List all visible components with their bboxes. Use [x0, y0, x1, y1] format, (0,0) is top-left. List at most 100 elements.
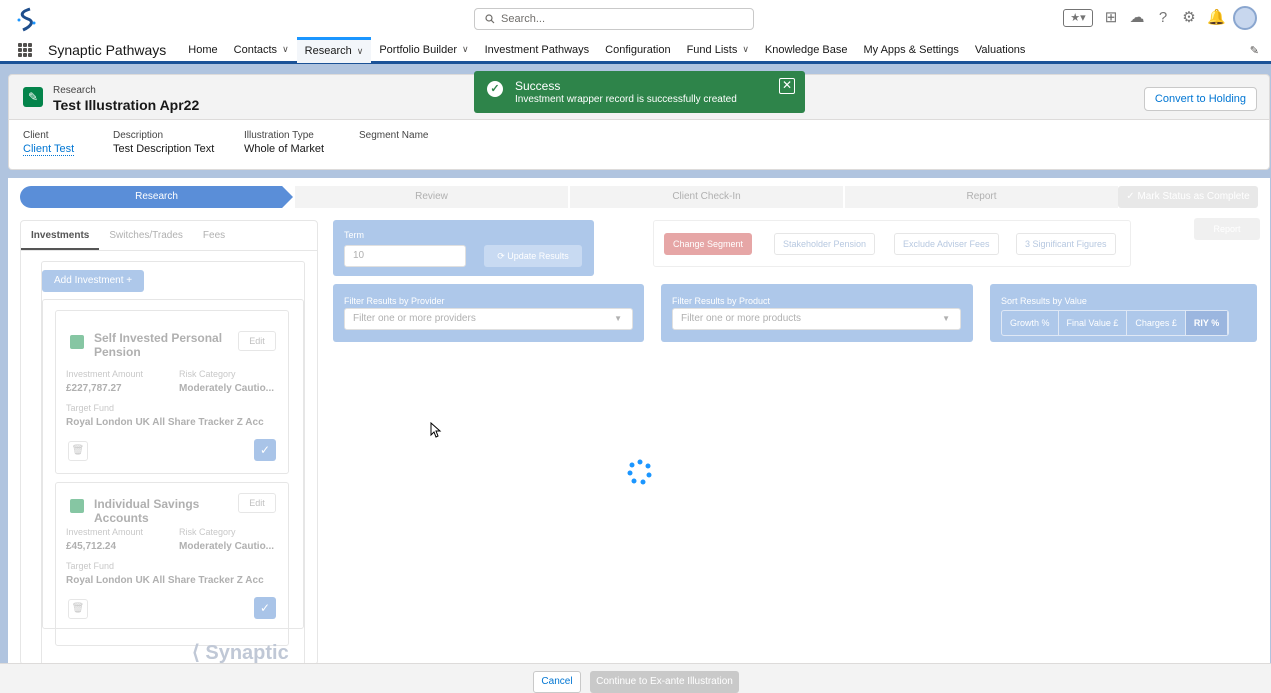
sort-charges-button[interactable]: Charges £: [1127, 311, 1186, 335]
nav-item-label: Configuration: [605, 43, 671, 56]
update-results-button[interactable]: ⟳ Update Results: [484, 245, 582, 267]
chevron-down-icon[interactable]: ∨: [462, 44, 469, 55]
segment-name-label: Segment Name: [359, 130, 429, 141]
chevron-down-icon[interactable]: ∨: [742, 44, 749, 55]
provider-placeholder: Filter one or more providers: [353, 313, 476, 324]
description-label: Description: [113, 130, 164, 141]
nav-item-contacts[interactable]: Contacts ∨: [226, 37, 297, 63]
investments-inner: Add Investment + Self Invested Personal …: [41, 261, 305, 666]
trailhead-icon[interactable]: ☁: [1129, 10, 1145, 26]
favorites-icon[interactable]: ★▾: [1063, 9, 1093, 27]
change-segment-button[interactable]: Change Segment: [664, 233, 753, 255]
sort-growth-button[interactable]: Growth %: [1002, 311, 1059, 335]
product-placeholder: Filter one or more products: [681, 313, 802, 324]
investment-list: Self Invested Personal Pension Edit Inve…: [42, 299, 304, 646]
risk-label: Risk Category: [179, 369, 236, 379]
illustration-type-value: Whole of Market: [244, 143, 325, 155]
record-type: Research: [53, 85, 96, 96]
nav-item-valuations[interactable]: Valuations: [967, 37, 1034, 63]
nav-item-knowledge-base[interactable]: Knowledge Base: [757, 37, 856, 63]
nav-item-my-apps-settings[interactable]: My Apps & Settings: [855, 37, 966, 63]
delete-icon[interactable]: 🗑: [68, 441, 88, 461]
description-field: Description Test Description Text: [113, 130, 214, 155]
global-header: Search... ★▾ ⊞ ☁ ? ⚙ 🔔: [0, 0, 1271, 38]
app-name: Synaptic Pathways: [48, 41, 167, 58]
nav-items: Home Contacts ∨ Research ∨ Portfolio Builder ∨…: [180, 36, 1034, 63]
nav-item-configuration[interactable]: Configuration: [597, 37, 678, 63]
nav-item-label: Contacts: [233, 43, 278, 56]
tab-fees[interactable]: Fees: [193, 221, 235, 250]
record-details: Client Client Test Description Test Desc…: [8, 120, 1270, 170]
provider-select[interactable]: Filter one or more providers ▼: [344, 308, 633, 330]
logo-text: Synaptic: [205, 642, 289, 664]
significant-figures-button[interactable]: 3 Significant Figures: [1016, 233, 1116, 255]
investment-card: Individual Savings Accounts Edit Investm…: [55, 482, 289, 646]
report-button[interactable]: Report: [1194, 218, 1260, 240]
select-check-icon[interactable]: ✓: [254, 439, 276, 461]
sort-riy-button[interactable]: RIY %: [1185, 311, 1229, 335]
term-panel: Term 10 ⟳ Update Results: [333, 220, 594, 276]
tab-switches-trades[interactable]: Switches/Trades: [99, 221, 193, 250]
edit-nav-icon[interactable]: ✎: [1250, 44, 1259, 57]
setup-icon[interactable]: ⚙: [1181, 10, 1197, 26]
add-investment-button[interactable]: Add Investment +: [42, 270, 145, 292]
stakeholder-pension-button[interactable]: Stakeholder Pension: [774, 233, 876, 255]
sort-label: Sort Results by Value: [1001, 296, 1087, 306]
risk-value: Moderately Cautio...: [179, 383, 275, 394]
nav-item-label: Knowledge Base: [764, 43, 848, 56]
close-icon[interactable]: ✕: [779, 78, 795, 94]
mark-status-complete-button[interactable]: ✓ Mark Status as Complete: [1118, 186, 1258, 208]
path-step-client-check-in[interactable]: Client Check-In: [570, 186, 843, 208]
help-icon[interactable]: ?: [1155, 10, 1171, 26]
sort-final-value-button[interactable]: Final Value £: [1059, 311, 1128, 335]
path-step-research[interactable]: Research: [20, 186, 293, 208]
avatar[interactable]: [1233, 6, 1257, 30]
path-step-review[interactable]: Review: [295, 186, 568, 208]
amount-value: £45,712.24: [66, 541, 117, 552]
path-step-report[interactable]: Report: [845, 186, 1118, 208]
fund-label: Target Fund: [66, 403, 115, 413]
investment-card: Self Invested Personal Pension Edit Inve…: [55, 310, 289, 474]
client-link[interactable]: Client Test: [23, 143, 75, 156]
app-launcher-icon[interactable]: [18, 42, 32, 57]
search-icon: [485, 14, 495, 24]
chart-icon: [70, 499, 84, 513]
tab-investments[interactable]: Investments: [21, 221, 100, 250]
investment-title: Self Invested Personal Pension: [94, 331, 223, 359]
nav-item-investment-pathways[interactable]: Investment Pathways: [477, 37, 598, 63]
description-value: Test Description Text: [113, 143, 215, 155]
nav-item-home[interactable]: Home: [180, 37, 225, 63]
nav-item-label: Home: [188, 43, 218, 56]
search-input[interactable]: Search...: [474, 8, 754, 30]
convert-to-holding-button[interactable]: Convert to Holding: [1143, 87, 1257, 111]
chevron-down-icon[interactable]: ∨: [357, 46, 364, 57]
provider-filter: Filter Results by Provider Filter one or…: [333, 284, 644, 342]
delete-icon[interactable]: 🗑: [68, 599, 88, 619]
edit-button[interactable]: Edit: [238, 331, 276, 351]
cancel-button[interactable]: Cancel: [533, 671, 581, 693]
fund-value: Royal London UK All Share Tracker Z Acc: [66, 417, 264, 428]
term-input[interactable]: 10: [344, 245, 466, 267]
continue-button[interactable]: Continue to Ex-ante Illustration: [590, 671, 739, 693]
nav-item-label: Fund Lists: [686, 43, 738, 56]
add-icon[interactable]: ⊞: [1103, 10, 1119, 26]
edit-button[interactable]: Edit: [238, 493, 276, 513]
risk-value: Moderately Cautio...: [179, 541, 275, 552]
nav-item-fund-lists[interactable]: Fund Lists ∨: [679, 37, 757, 63]
notifications-icon[interactable]: 🔔: [1207, 10, 1226, 26]
product-filter: Filter Results by Product Filter one or …: [661, 284, 973, 342]
loading-spinner-icon: [627, 459, 652, 485]
nav-item-portfolio-builder[interactable]: Portfolio Builder ∨: [371, 37, 476, 63]
chevron-down-icon[interactable]: ∨: [282, 44, 289, 55]
select-check-icon[interactable]: ✓: [254, 597, 276, 619]
record-title: Test Illustration Apr22: [53, 97, 200, 113]
success-check-icon: ✓: [487, 81, 503, 97]
toast-title: Success: [515, 79, 561, 93]
amount-value: £227,787.27: [66, 383, 122, 394]
exclude-adviser-fees-button[interactable]: Exclude Adviser Fees: [894, 233, 999, 255]
action-footer: Cancel Continue to Ex-ante Illustration: [0, 663, 1271, 693]
product-select[interactable]: Filter one or more products ▼: [672, 308, 961, 330]
nav-item-research[interactable]: Research ∨: [296, 36, 372, 63]
synaptic-logo-icon[interactable]: [14, 6, 38, 34]
chart-icon: [70, 335, 84, 349]
